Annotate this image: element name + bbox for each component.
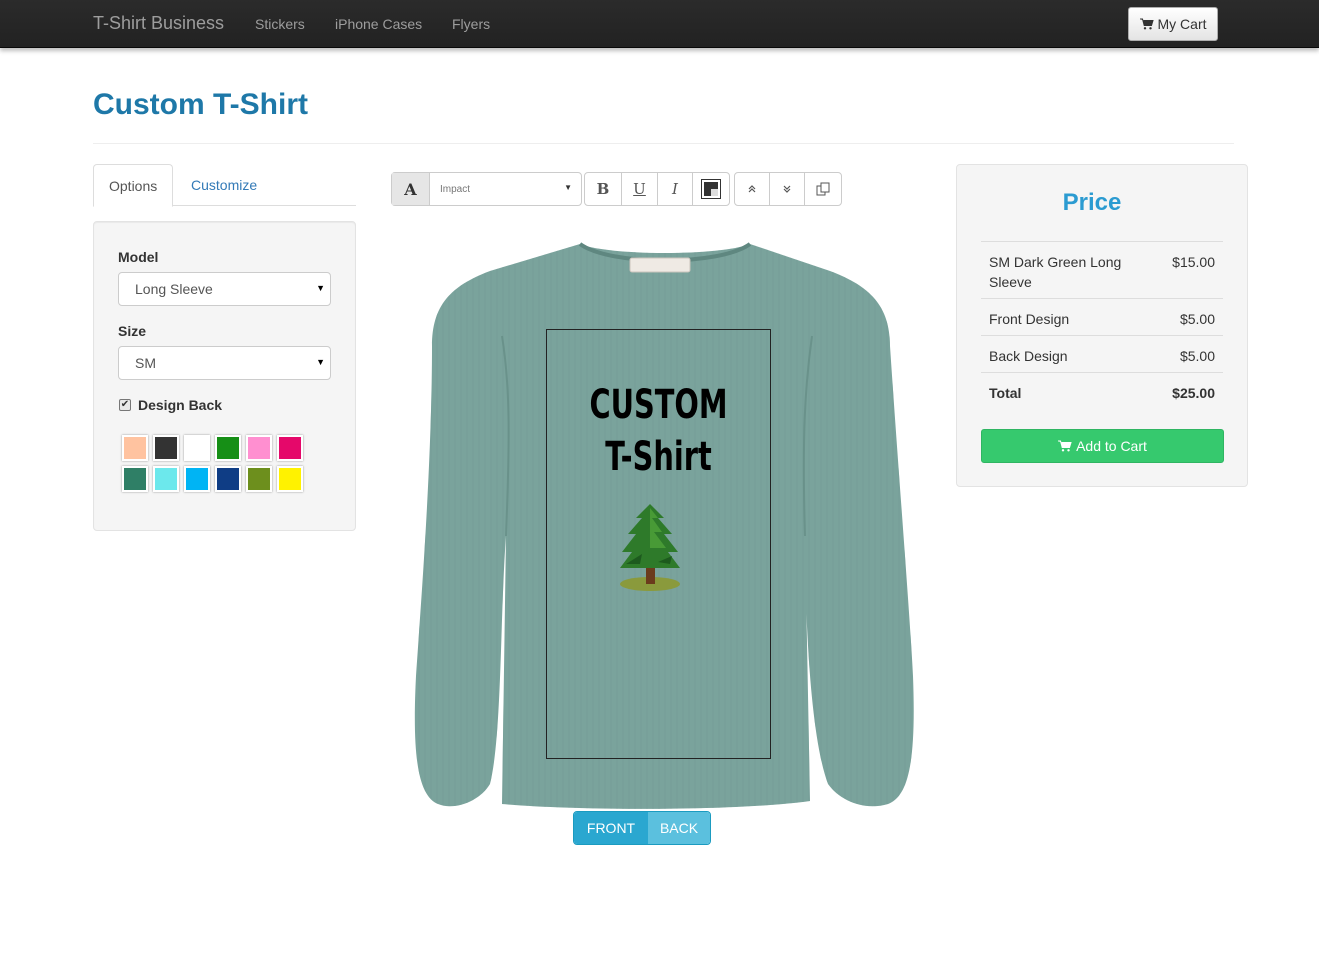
color-picker-icon xyxy=(701,179,721,199)
add-to-cart-label: Add to Cart xyxy=(1076,438,1147,454)
color-swatch[interactable] xyxy=(277,435,303,461)
brand-link[interactable]: T-Shirt Business xyxy=(93,13,224,34)
italic-button[interactable]: I xyxy=(658,173,693,205)
color-swatch[interactable] xyxy=(277,466,303,492)
tab-options[interactable]: Options xyxy=(93,164,173,207)
price-row-name: Back Design xyxy=(989,348,1068,364)
copy-icon xyxy=(816,182,830,196)
options-panel: Model Long Sleeve ▼ Size SM ▼ ✔ Design B… xyxy=(93,221,356,531)
price-total-row: Total $25.00 xyxy=(981,372,1223,409)
bring-forward-button[interactable] xyxy=(735,173,770,205)
color-swatch[interactable] xyxy=(184,466,210,492)
price-row-value: $5.00 xyxy=(1179,348,1215,364)
color-swatch[interactable] xyxy=(153,466,179,492)
chevron-down-icon: ▼ xyxy=(316,283,325,293)
double-chevron-down-icon xyxy=(783,185,791,193)
options-tabs: Options Customize xyxy=(93,164,356,207)
shopping-cart-icon xyxy=(1058,440,1072,452)
chevron-down-icon: ▼ xyxy=(316,357,325,367)
text-color-button[interactable] xyxy=(693,173,729,205)
total-value: $25.00 xyxy=(1172,385,1215,401)
price-row-name: Front Design xyxy=(989,311,1070,327)
color-swatch[interactable] xyxy=(122,466,148,492)
design-text-tshirt[interactable]: T-Shirt xyxy=(578,434,740,480)
my-cart-label: My Cart xyxy=(1157,16,1207,32)
price-row-value: $15.00 xyxy=(1172,254,1215,270)
price-row: SM Dark Green Long Sleeve $15.00 xyxy=(981,241,1223,298)
price-row-name: SM Dark Green Long Sleeve xyxy=(989,254,1122,290)
text-style-toolbar-group: B U I xyxy=(584,172,730,206)
tab-customize[interactable]: Customize xyxy=(176,164,272,206)
font-toolbar-group: A Impact ▼ xyxy=(391,172,582,206)
title-divider xyxy=(93,143,1234,144)
price-title: Price xyxy=(1062,189,1122,216)
nav-link-stickers[interactable]: Stickers xyxy=(255,16,305,32)
chevron-down-icon: ▼ xyxy=(564,183,572,192)
size-select[interactable]: SM ▼ xyxy=(118,346,331,380)
font-icon-button[interactable]: A xyxy=(392,173,430,205)
size-select-value: SM xyxy=(135,355,156,371)
color-swatch[interactable] xyxy=(246,466,272,492)
tree-clipart[interactable] xyxy=(612,502,684,594)
price-panel: Price SM Dark Green Long Sleeve $15.00 F… xyxy=(956,164,1248,487)
font-family-value: Impact xyxy=(440,183,471,195)
size-label: Size xyxy=(118,323,147,339)
total-label: Total xyxy=(989,385,1022,401)
design-back-label: Design Back xyxy=(138,397,223,413)
layer-toolbar-group xyxy=(734,172,842,206)
price-row-value: $5.00 xyxy=(1179,311,1215,327)
model-select-value: Long Sleeve xyxy=(135,281,213,297)
send-backward-button[interactable] xyxy=(770,173,805,205)
front-view-button[interactable]: FRONT xyxy=(574,812,648,844)
font-family-dropdown[interactable]: Impact ▼ xyxy=(430,173,581,205)
color-swatch[interactable] xyxy=(184,435,210,461)
design-back-checkbox[interactable]: ✔ xyxy=(119,399,131,411)
color-swatch[interactable] xyxy=(215,466,241,492)
view-toggle: FRONT BACK xyxy=(573,811,711,845)
nav-link-iphone-cases[interactable]: iPhone Cases xyxy=(335,16,422,32)
color-swatch[interactable] xyxy=(153,435,179,461)
my-cart-button[interactable]: My Cart xyxy=(1128,7,1218,41)
bold-button[interactable]: B xyxy=(585,173,622,205)
duplicate-button[interactable] xyxy=(805,173,841,205)
double-chevron-up-icon xyxy=(748,185,756,193)
color-swatch[interactable] xyxy=(246,435,272,461)
underline-button[interactable]: U xyxy=(622,173,658,205)
model-label: Model xyxy=(118,249,159,265)
navbar: T-Shirt Business Stickers iPhone Cases F… xyxy=(0,0,1319,48)
price-row: Front Design $5.00 xyxy=(981,298,1223,335)
add-to-cart-button[interactable]: Add to Cart xyxy=(981,429,1224,463)
color-swatch[interactable] xyxy=(122,435,148,461)
page-title: Custom T-Shirt xyxy=(93,88,308,121)
price-row: Back Design $5.00 xyxy=(981,335,1223,372)
color-swatch[interactable] xyxy=(215,435,241,461)
model-select[interactable]: Long Sleeve ▼ xyxy=(118,272,331,306)
back-view-button[interactable]: BACK xyxy=(648,812,710,844)
shopping-cart-icon xyxy=(1139,18,1154,30)
color-swatches xyxy=(122,435,308,492)
design-text-custom[interactable]: CUSTOM xyxy=(578,382,740,428)
nav-link-flyers[interactable]: Flyers xyxy=(452,16,490,32)
